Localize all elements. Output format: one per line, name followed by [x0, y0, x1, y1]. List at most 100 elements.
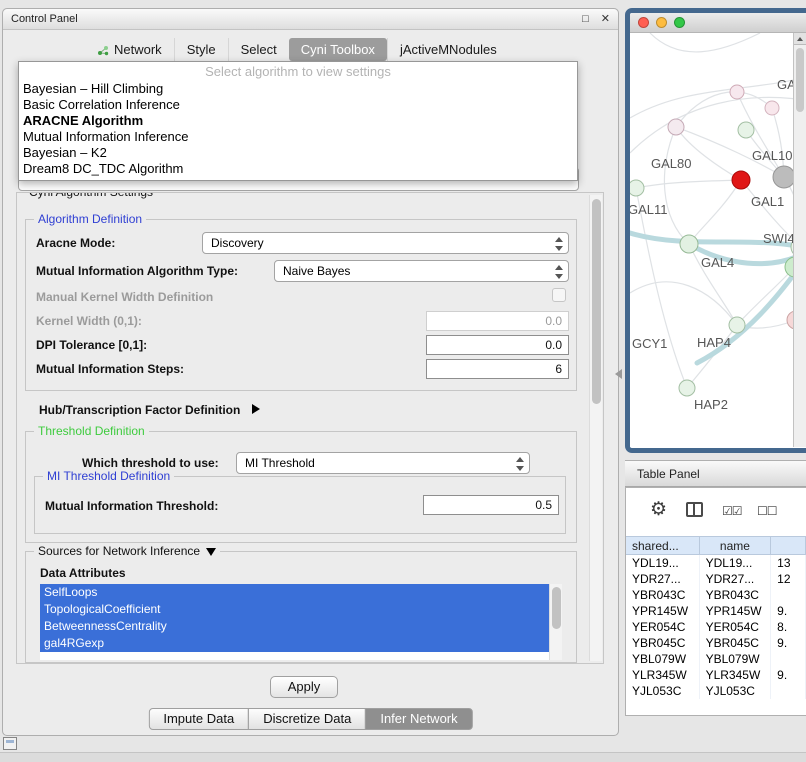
- algorithm-option-basic-correlation-inference[interactable]: Basic Correlation Inference: [19, 97, 577, 113]
- network-node[interactable]: [680, 235, 698, 253]
- table-cell[interactable]: [771, 651, 806, 667]
- aracne-mode-select[interactable]: Discovery: [202, 232, 569, 254]
- table-cell[interactable]: YPR145W: [700, 603, 772, 619]
- network-edge[interactable]: [676, 127, 741, 180]
- network-node[interactable]: [729, 317, 745, 333]
- table-row[interactable]: YDR27...YDR27...12: [626, 571, 806, 587]
- bottom-tab-impute-data[interactable]: Impute Data: [148, 708, 249, 730]
- table-cell[interactable]: 8.: [771, 619, 806, 635]
- attribute-item-topologicalcoefficient[interactable]: TopologicalCoefficient: [40, 601, 549, 618]
- table-cell[interactable]: 9.: [771, 667, 806, 683]
- attribute-item-gal4rgexp[interactable]: gal4RGexp: [40, 635, 549, 652]
- attributes-scrollbar[interactable]: [549, 584, 562, 660]
- table-cell[interactable]: YBR043C: [626, 587, 700, 603]
- table-cell[interactable]: 9.: [771, 603, 806, 619]
- network-node[interactable]: [732, 171, 750, 189]
- network-node[interactable]: [668, 119, 684, 135]
- network-edge[interactable]: [630, 282, 737, 325]
- table-row[interactable]: YER054CYER054C8.: [626, 619, 806, 635]
- table-cell[interactable]: YLR345W: [626, 667, 700, 683]
- scroll-up-arrow-icon[interactable]: [794, 33, 806, 45]
- network-window-titlebar[interactable]: [630, 13, 806, 33]
- control-panel-titlebar[interactable]: Control Panel □ ✕: [3, 9, 618, 30]
- network-edge[interactable]: [636, 188, 687, 388]
- table-row[interactable]: YBR045CYBR045C9.: [626, 635, 806, 651]
- network-edge[interactable]: [737, 267, 795, 325]
- algorithm-option-mutual-information-inference[interactable]: Mutual Information Inference: [19, 129, 577, 145]
- table-row[interactable]: YBL079WYBL079W: [626, 651, 806, 667]
- table-cell[interactable]: YER054C: [626, 619, 700, 635]
- table-cell[interactable]: YBL079W: [626, 651, 700, 667]
- table-panel-header[interactable]: Table Panel: [625, 460, 806, 487]
- table-row[interactable]: YLR345WYLR345W9.: [626, 667, 806, 683]
- table-cell[interactable]: YBL079W: [700, 651, 772, 667]
- network-scrollbar[interactable]: [793, 33, 806, 447]
- tab-network[interactable]: Network: [85, 38, 174, 61]
- algorithm-option-aracne-algorithm[interactable]: ARACNE Algorithm: [19, 113, 577, 129]
- mi-type-select[interactable]: Naive Bayes: [274, 260, 569, 282]
- columns-icon[interactable]: [686, 502, 703, 517]
- table-cell[interactable]: YLR345W: [700, 667, 772, 683]
- network-edge[interactable]: [636, 180, 741, 188]
- table-cell[interactable]: YDL19...: [700, 555, 772, 571]
- network-node[interactable]: [630, 180, 644, 196]
- gear-icon[interactable]: ⚙: [650, 498, 667, 521]
- table-cell[interactable]: YBR045C: [626, 635, 700, 651]
- algorithm-option-bayesian-hill-climbing[interactable]: Bayesian – Hill Climbing: [19, 81, 577, 97]
- table-cell[interactable]: 13: [771, 555, 806, 571]
- network-node[interactable]: [679, 380, 695, 396]
- attribute-item-betweennesscentrality[interactable]: BetweennessCentrality: [40, 618, 549, 635]
- table-cell[interactable]: YBR045C: [700, 635, 772, 651]
- table-cell[interactable]: YBR043C: [700, 587, 772, 603]
- table-row[interactable]: YDL19...YDL19...13: [626, 555, 806, 571]
- network-edge[interactable]: [689, 180, 741, 244]
- apply-button[interactable]: Apply: [270, 676, 338, 698]
- minimize-traffic-light-icon[interactable]: [656, 17, 667, 28]
- table-row[interactable]: YPR145WYPR145W9.: [626, 603, 806, 619]
- table-cell[interactable]: 12: [771, 571, 806, 587]
- network-node[interactable]: [773, 166, 795, 188]
- table-cell[interactable]: YJL053C: [700, 683, 772, 699]
- which-threshold-select[interactable]: MI Threshold: [236, 452, 530, 474]
- table-row[interactable]: YJL053CYJL053C: [626, 683, 806, 699]
- table-cell[interactable]: YDR27...: [700, 571, 772, 587]
- splitter-collapse-arrow[interactable]: [615, 369, 622, 379]
- network-node[interactable]: [738, 122, 754, 138]
- table-cell[interactable]: 9.: [771, 635, 806, 651]
- mi-steps-field[interactable]: 6: [426, 359, 569, 379]
- deselect-all-icon[interactable]: ☐☐: [757, 504, 777, 518]
- table-row[interactable]: YBR043CYBR043C: [626, 587, 806, 603]
- network-edge[interactable]: [650, 33, 760, 52]
- network-edge[interactable]: [664, 127, 689, 244]
- close-window-icon[interactable]: ✕: [601, 13, 610, 25]
- settings-scrollbar[interactable]: [589, 195, 602, 661]
- algorithm-option-dream8-dc-tdc-algorithm[interactable]: Dream8 DC_TDC Algorithm: [19, 161, 577, 177]
- tab-cyni-toolbox[interactable]: Cyni Toolbox: [289, 38, 387, 61]
- table-cell[interactable]: YER054C: [700, 619, 772, 635]
- table-cell[interactable]: [771, 587, 806, 603]
- column-header-name[interactable]: name: [700, 537, 772, 554]
- algorithm-option-bayesian-k2[interactable]: Bayesian – K2: [19, 145, 577, 161]
- network-canvas[interactable]: GAL80GALGAL10GAL11GAL1SWI4GAL4GCY1HAP4HA…: [630, 33, 806, 447]
- hub-definition-toggle[interactable]: Hub/Transcription Factor Definition: [39, 403, 260, 417]
- table-cell[interactable]: YPR145W: [626, 603, 700, 619]
- network-node[interactable]: [730, 85, 744, 99]
- restore-window-icon[interactable]: □: [582, 13, 589, 25]
- tab-select[interactable]: Select: [228, 38, 289, 61]
- manual-kernel-checkbox[interactable]: [552, 288, 566, 302]
- table-cell[interactable]: YDR27...: [626, 571, 700, 587]
- column-header-2[interactable]: [771, 537, 806, 554]
- table-cell[interactable]: YDL19...: [626, 555, 700, 571]
- bottom-tab-infer-network[interactable]: Infer Network: [365, 708, 472, 730]
- table-cell[interactable]: YJL053C: [626, 683, 700, 699]
- bottom-tab-discretize-data[interactable]: Discretize Data: [248, 708, 366, 730]
- select-all-icon[interactable]: ☑☑: [722, 504, 742, 518]
- close-traffic-light-icon[interactable]: [638, 17, 649, 28]
- network-node[interactable]: [765, 101, 779, 115]
- zoom-traffic-light-icon[interactable]: [674, 17, 685, 28]
- mi-threshold-field[interactable]: 0.5: [423, 495, 559, 515]
- attribute-item-selfloops[interactable]: SelfLoops: [40, 584, 549, 601]
- tab-style[interactable]: Style: [174, 38, 228, 61]
- table-cell[interactable]: [771, 683, 806, 699]
- sources-title[interactable]: Sources for Network Inference: [34, 544, 220, 558]
